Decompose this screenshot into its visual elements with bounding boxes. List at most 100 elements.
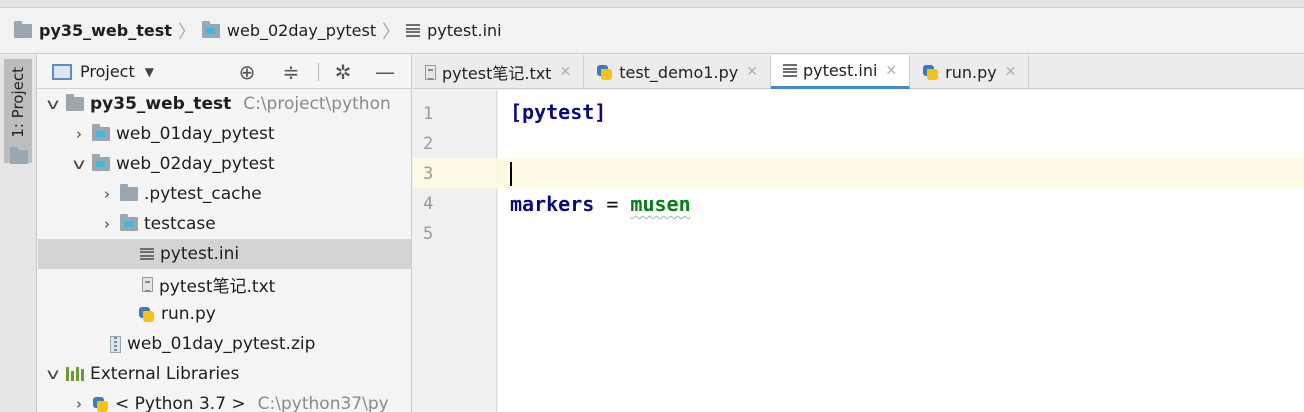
breadcrumb-item-file[interactable]: pytest.ini	[406, 21, 502, 40]
ini-file-icon	[406, 24, 421, 37]
library-icon	[66, 367, 84, 381]
tab-label: run.py	[945, 62, 997, 82]
line-number: 2	[423, 134, 434, 154]
tree-item-python-sdk[interactable]: › < Python 3.7 > C:\python37\py	[38, 389, 411, 412]
tree-item-label: testcase	[144, 214, 216, 234]
tab-label: pytest笔记.txt	[442, 64, 552, 83]
chevron-right-icon: ›	[76, 125, 82, 143]
module-folder-icon	[201, 20, 220, 38]
chevron-down-icon: v	[46, 95, 60, 113]
project-panel-header: Project ▼ ⊕ ≑ ✲ —	[38, 55, 411, 89]
code-line-4: markers = musen	[510, 192, 691, 216]
text-file-icon	[142, 276, 153, 292]
zip-file-icon	[110, 335, 121, 353]
current-line-highlight	[498, 158, 1304, 188]
module-folder-icon	[92, 124, 110, 141]
tree-item-testcase[interactable]: › testcase	[38, 209, 411, 239]
tree-item-py35-web-test[interactable]: v py35_web_test C:\project\python	[38, 89, 411, 119]
module-folder-icon	[92, 154, 110, 171]
code-line-1: [pytest]	[510, 100, 607, 124]
tree-item-run-py[interactable]: run.py	[38, 299, 411, 329]
project-tool-tab[interactable]: 1: Project	[4, 59, 32, 163]
hide-panel-icon[interactable]: —	[372, 55, 398, 89]
tree-item-label: py35_web_test	[90, 94, 232, 114]
module-folder-icon	[120, 214, 138, 231]
line-number-gutter: 1 2 3 4 5	[413, 90, 497, 412]
chevron-down-icon: ▼	[144, 64, 154, 79]
left-tool-strip: 1: Project	[0, 55, 37, 412]
ini-key: markers	[510, 192, 595, 216]
tab-test-demo1[interactable]: test_demo1.py ✕	[584, 55, 771, 89]
close-icon[interactable]: ✕	[885, 63, 897, 79]
collapse-all-icon[interactable]: ≑	[278, 55, 304, 89]
folder-icon	[66, 94, 84, 111]
ini-file-icon	[140, 247, 154, 261]
folder-icon	[10, 147, 28, 164]
chevron-right-icon: ›	[76, 395, 82, 412]
project-view-icon	[52, 63, 72, 80]
tree-item-label: External Libraries	[90, 364, 240, 384]
tree-item-label: pytest.ini	[160, 244, 240, 264]
breadcrumb-item-module[interactable]: web_02day_pytest	[201, 20, 377, 40]
tree-item-path: C:\python37\py	[257, 394, 389, 412]
line-number: 1	[423, 104, 434, 124]
breadcrumb-label: web_02day_pytest	[226, 21, 377, 40]
tree-item-web-01day-pytest[interactable]: › web_01day_pytest	[38, 119, 411, 149]
python-icon	[92, 396, 109, 412]
tab-label: test_demo1.py	[619, 62, 739, 82]
tree-item-external-libraries[interactable]: v External Libraries	[38, 359, 411, 389]
breadcrumb-label: py35_web_test	[39, 21, 172, 40]
line-number: 4	[423, 194, 434, 214]
project-view-selector[interactable]: Project ▼	[52, 62, 154, 81]
tree-item-label: .pytest_cache	[144, 184, 262, 204]
breadcrumb-label: pytest.ini	[427, 21, 502, 40]
line-number: 3	[423, 164, 434, 184]
locate-file-icon[interactable]: ⊕	[234, 55, 260, 89]
code-editor[interactable]: [pytest] markers = musen	[498, 90, 1304, 412]
python-file-icon	[138, 306, 155, 323]
tree-item-label: web_02day_pytest	[116, 154, 275, 174]
breadcrumb-separator-icon: 〉	[382, 21, 401, 43]
project-panel-title: Project	[80, 62, 135, 81]
tab-pytest-notes[interactable]: pytest笔记.txt ✕	[413, 55, 585, 89]
python-file-icon	[922, 64, 939, 81]
breadcrumb: py35_web_test 〉 web_02day_pytest 〉 pytes…	[0, 8, 1304, 54]
tab-pytest-ini[interactable]: pytest.ini ✕	[770, 55, 911, 89]
tree-item-web-02day-pytest[interactable]: v web_02day_pytest	[38, 149, 411, 179]
ini-equals: =	[594, 192, 631, 216]
breadcrumb-item-project[interactable]: py35_web_test	[14, 20, 172, 40]
ini-value: musen	[630, 192, 691, 216]
close-icon[interactable]: ✕	[559, 64, 571, 80]
chevron-right-icon: ›	[104, 185, 110, 203]
folder-icon	[120, 184, 138, 201]
tree-item-label: web_01day_pytest.zip	[127, 334, 316, 354]
project-panel: Project ▼ ⊕ ≑ ✲ — v py35_web_test C:\pro…	[38, 55, 412, 412]
tree-item-pytest-notes[interactable]: pytest笔记.txt	[38, 269, 411, 299]
gear-icon[interactable]: ✲	[330, 55, 356, 89]
title-strip	[0, 0, 1304, 8]
close-icon[interactable]: ✕	[1005, 64, 1017, 80]
text-file-icon	[425, 64, 436, 80]
tree-item-label: pytest笔记.txt	[159, 276, 276, 297]
tree-item-pytest-cache[interactable]: › .pytest_cache	[38, 179, 411, 209]
tree-item-web-01day-zip[interactable]: web_01day_pytest.zip	[38, 329, 411, 359]
editor-tabs: pytest笔记.txt ✕ test_demo1.py ✕ pytest.in…	[413, 55, 1304, 89]
tree-item-label: < Python 3.7 >	[115, 394, 246, 412]
tree-item-label: web_01day_pytest	[116, 124, 275, 144]
close-icon[interactable]: ✕	[746, 64, 758, 80]
breadcrumb-separator-icon: 〉	[177, 21, 196, 43]
tab-run-py[interactable]: run.py ✕	[910, 55, 1030, 89]
chevron-right-icon: ›	[104, 215, 110, 233]
ini-file-icon	[782, 64, 797, 77]
tree-item-path: C:\project\python	[243, 94, 391, 114]
text-caret	[510, 162, 512, 186]
python-file-icon	[596, 64, 613, 81]
project-tool-tab-label: 1: Project	[9, 67, 27, 138]
chevron-down-icon: v	[72, 155, 86, 173]
toolbar-divider	[318, 63, 319, 81]
tree-item-pytest-ini[interactable]: pytest.ini	[38, 239, 411, 269]
tab-label: pytest.ini	[802, 61, 878, 80]
chevron-down-icon: v	[46, 365, 60, 383]
tree-item-label: run.py	[161, 304, 216, 324]
folder-icon	[14, 20, 32, 38]
